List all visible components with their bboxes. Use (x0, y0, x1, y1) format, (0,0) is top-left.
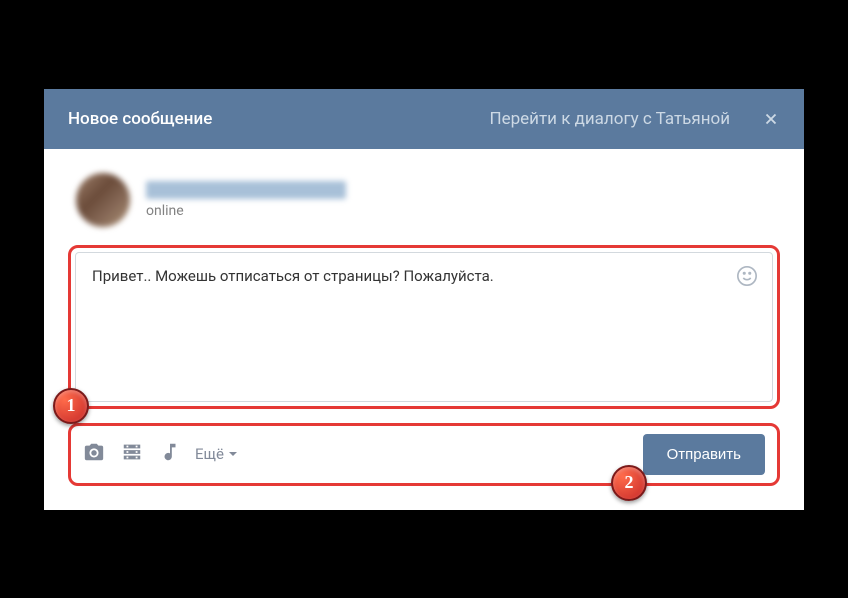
message-input[interactable]: Привет.. Можешь отписаться от страницы? … (75, 252, 773, 402)
compose-highlight: Привет.. Можешь отписаться от страницы? … (68, 245, 780, 409)
more-button[interactable]: Ещё (195, 445, 238, 463)
recipient-row: online (44, 149, 804, 245)
attach-icons (83, 441, 181, 467)
footer-highlight: Ещё Отправить 2 (68, 423, 780, 486)
user-status: online (146, 203, 346, 219)
annotation-badge-1: 1 (53, 388, 89, 424)
modal-header: Новое сообщение Перейти к диалогу с Тать… (44, 89, 804, 149)
modal-title: Новое сообщение (68, 109, 212, 129)
new-message-modal: Новое сообщение Перейти к диалогу с Тать… (42, 87, 806, 512)
camera-icon[interactable] (83, 441, 105, 467)
chevron-down-icon (228, 449, 238, 459)
avatar[interactable] (76, 173, 130, 227)
user-info: online (146, 181, 346, 219)
emoji-icon[interactable] (736, 265, 758, 291)
video-icon[interactable] (121, 441, 143, 467)
close-icon[interactable] (762, 110, 780, 128)
more-label: Ещё (195, 445, 224, 463)
annotation-badge-2: 2 (611, 465, 647, 501)
go-to-dialog-link[interactable]: Перейти к диалогу с Татьяной (489, 109, 730, 129)
music-icon[interactable] (159, 441, 181, 467)
send-button[interactable]: Отправить (643, 434, 765, 475)
user-name[interactable] (146, 181, 346, 199)
message-text: Привет.. Можешь отписаться от страницы? … (92, 267, 494, 285)
